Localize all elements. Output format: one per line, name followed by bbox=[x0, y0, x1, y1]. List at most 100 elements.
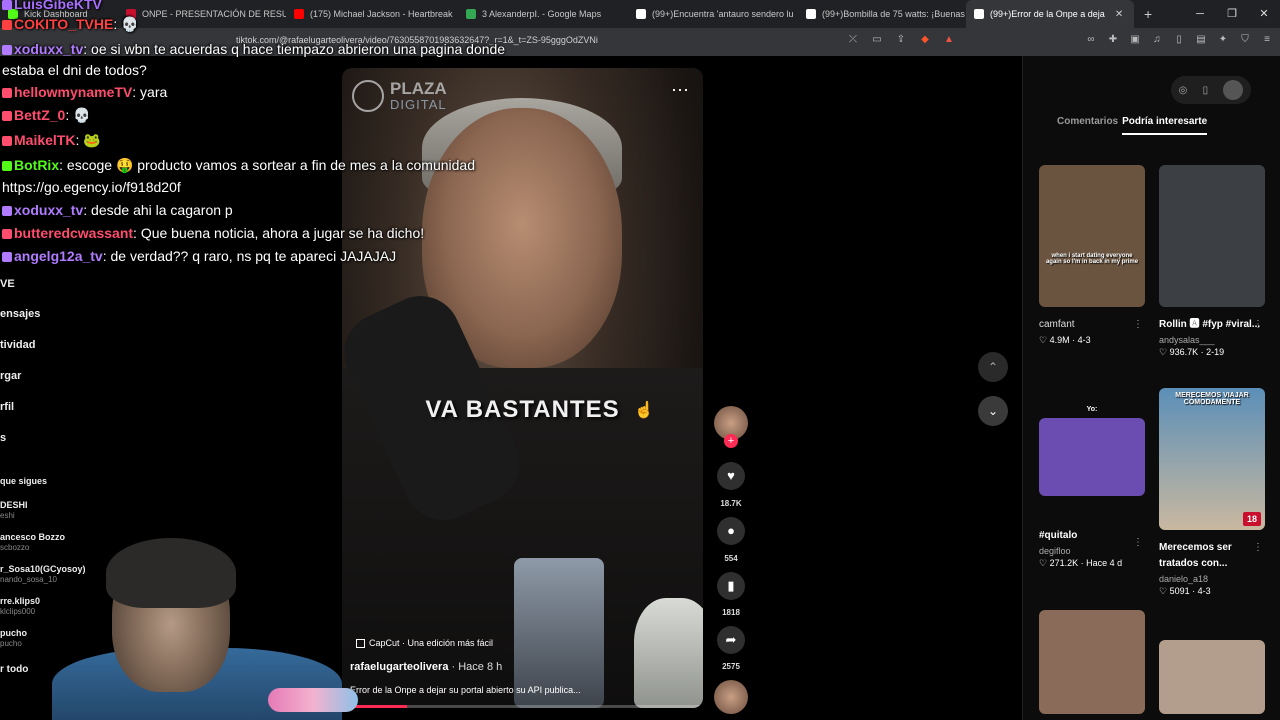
sidebar-item-messages[interactable]: ensajes bbox=[0, 308, 40, 320]
sidebar-item-upload[interactable]: rgar bbox=[0, 370, 21, 382]
close-window-icon[interactable]: ✕ bbox=[1248, 0, 1280, 28]
browser-tab[interactable]: ONPE - PRESENTACIÓN DE RESULTA bbox=[118, 0, 286, 28]
video-thumbnail[interactable] bbox=[1159, 165, 1265, 307]
video-thumbnail[interactable]: MERECEMOS VIAJAR CÓMODAMENTE 18 bbox=[1159, 388, 1265, 530]
user-avatar[interactable] bbox=[1223, 80, 1244, 100]
browser-tab[interactable]: (175) Michael Jackson - Heartbreak bbox=[286, 0, 458, 28]
chat-text: : yara bbox=[132, 84, 168, 100]
browser-tab[interactable]: (99+)Encuentra 'antauro sendero lu bbox=[628, 0, 798, 28]
card-title[interactable]: Merecemos ser tratados con... bbox=[1159, 540, 1265, 572]
video-progress-bar[interactable] bbox=[342, 705, 703, 708]
tab-comments[interactable]: Comentarios bbox=[1057, 116, 1118, 135]
more-options-icon[interactable]: ⋯ bbox=[671, 80, 689, 101]
chat-username: butteredcwassant bbox=[14, 225, 134, 241]
panel-top-controls: ◎ ▯ bbox=[1171, 76, 1251, 104]
compass-icon[interactable]: ◎ bbox=[1179, 85, 1188, 96]
capcut-label: CapCut · Una edición más fácil bbox=[369, 638, 494, 648]
following-account-name[interactable]: DESHI bbox=[0, 500, 28, 510]
following-account-handle: scbozzo bbox=[0, 543, 30, 552]
card-user[interactable]: degifloo bbox=[1039, 546, 1145, 556]
related-video-card[interactable]: Yo: ⋮ #quitalo degifloo ♡ 271.2K · Hace … bbox=[1039, 402, 1145, 569]
card-more-icon[interactable]: ⋮ bbox=[1133, 319, 1143, 330]
close-tab-icon[interactable]: ✕ bbox=[1115, 9, 1123, 20]
card-more-icon[interactable]: ⋮ bbox=[1133, 537, 1143, 548]
sidebar-item-more[interactable]: s bbox=[0, 432, 6, 444]
card-title[interactable]: camfant bbox=[1039, 317, 1145, 333]
tab-icon[interactable]: ▣ bbox=[1128, 34, 1142, 45]
share-arrow-icon[interactable]: ➦ bbox=[717, 626, 745, 654]
follow-plus-icon[interactable]: + bbox=[724, 434, 738, 448]
watermark-line2: DIGITAL bbox=[390, 96, 447, 112]
thumbnail-caption: MERECEMOS VIAJAR CÓMODAMENTE bbox=[1175, 392, 1249, 406]
browser-tab[interactable]: 3 AlexanderpI. - Google Maps bbox=[458, 0, 628, 28]
like-heart-icon[interactable]: ♥ bbox=[717, 462, 745, 490]
puzzle-icon[interactable]: ✚ bbox=[1106, 34, 1120, 45]
video-player[interactable]: PLAZA DIGITAL ⋯ VA BASTANTES CapCut · Un… bbox=[342, 68, 703, 708]
translate-icon[interactable]: ⤫ bbox=[846, 34, 860, 45]
wallet-icon[interactable]: ▤ bbox=[1194, 34, 1208, 45]
music-icon[interactable]: ♫ bbox=[1150, 34, 1164, 45]
tab-related[interactable]: Podría interesarte bbox=[1122, 116, 1208, 135]
sidebar-icon[interactable]: ▯ bbox=[1172, 34, 1186, 45]
video-watermark: PLAZA DIGITAL bbox=[352, 80, 447, 112]
new-tab-button[interactable]: + bbox=[1134, 6, 1162, 22]
share-icon[interactable]: ⇪ bbox=[894, 34, 908, 45]
leo-icon[interactable]: ✦ bbox=[1216, 34, 1230, 45]
sidebar-item-live[interactable]: VE bbox=[0, 278, 15, 290]
chat-message: BettZ_0: 💀 bbox=[2, 107, 91, 124]
related-video-card[interactable]: MERECEMOS VIAJAR CÓMODAMENTE 18 ⋮ Merecem… bbox=[1159, 388, 1265, 597]
address-bar: tiktok.com/@rafaelugarteolivera/video/76… bbox=[0, 28, 1280, 56]
card-user[interactable]: danielo_a18 bbox=[1159, 574, 1265, 584]
url-field[interactable]: tiktok.com/@rafaelugarteolivera/video/76… bbox=[236, 35, 598, 45]
chat-message: xoduxx_tv: desde ahi la cagaron p bbox=[2, 202, 233, 218]
sidebar-item-activity[interactable]: tividad bbox=[0, 339, 35, 351]
related-video-card[interactable]: ⋮ Rollin 🅰 #fyp #viral... andysalas___ ♡… bbox=[1159, 165, 1265, 358]
chat-badge-icon bbox=[2, 206, 12, 217]
phone-icon[interactable]: ▯ bbox=[1203, 85, 1209, 96]
previous-video-chevron-up-icon[interactable]: ⌃ bbox=[978, 352, 1008, 382]
author-name[interactable]: rafaelugarteolivera bbox=[350, 661, 448, 673]
brave-rewards-icon[interactable]: ▲ bbox=[942, 34, 956, 45]
following-account-name[interactable]: rre.klips0 bbox=[0, 596, 40, 606]
card-title[interactable]: Rollin 🅰 #fyp #viral... bbox=[1159, 317, 1265, 333]
browser-tab[interactable]: (99+)Bombilla de 75 watts: ¡Buenas bbox=[798, 0, 966, 28]
bookmark-icon[interactable]: ▮ bbox=[717, 572, 745, 600]
maximize-icon[interactable]: ❐ bbox=[1216, 0, 1248, 28]
sidebar-item-profile[interactable]: rfil bbox=[0, 401, 14, 413]
card-more-icon[interactable]: ⋮ bbox=[1253, 542, 1263, 553]
related-video-card[interactable] bbox=[1039, 610, 1145, 714]
related-video-card[interactable] bbox=[1159, 640, 1265, 714]
card-user[interactable]: andysalas___ bbox=[1159, 335, 1265, 345]
video-author[interactable]: rafaelugarteolivera · Hace 8 h bbox=[350, 661, 502, 673]
video-description[interactable]: Error de la Onpe a dejar su portal abier… bbox=[350, 685, 581, 695]
vpn-icon[interactable]: ⛉ bbox=[1238, 34, 1252, 45]
video-thumbnail[interactable] bbox=[1039, 610, 1145, 714]
screen-icon[interactable]: ▭ bbox=[870, 34, 884, 45]
video-thumbnail[interactable]: Yo: bbox=[1039, 406, 1145, 496]
menu-icon[interactable]: ≡ bbox=[1260, 34, 1274, 45]
minimize-icon[interactable]: ─ bbox=[1184, 0, 1216, 28]
tab-favicon bbox=[294, 9, 304, 19]
tab-favicon bbox=[806, 9, 816, 19]
browser-tab-active[interactable]: (99+)Error de la Onpe a deja ✕ bbox=[966, 0, 1134, 28]
following-account-handle: pucho bbox=[0, 639, 22, 648]
sound-avatar[interactable] bbox=[714, 680, 748, 714]
browser-tab[interactable]: Kick Dashboard bbox=[0, 0, 118, 28]
related-video-card[interactable]: when i start dating everyone again so I'… bbox=[1039, 165, 1145, 346]
next-video-chevron-down-icon[interactable]: ⌄ bbox=[978, 396, 1008, 426]
capcut-tag[interactable]: CapCut · Una edición más fácil bbox=[356, 638, 493, 648]
webcam-hair bbox=[106, 538, 236, 608]
card-more-icon[interactable]: ⋮ bbox=[1253, 319, 1263, 330]
tab-favicon bbox=[8, 9, 18, 19]
card-title[interactable]: #quitalo bbox=[1039, 528, 1145, 544]
see-all-link[interactable]: r todo bbox=[0, 664, 28, 675]
comment-icon[interactable]: ● bbox=[717, 517, 745, 545]
extension-icon[interactable]: ∞ bbox=[1084, 34, 1098, 45]
panel-tabs: Comentarios Podría interesarte bbox=[1057, 116, 1208, 135]
following-account-handle: eshi bbox=[0, 511, 15, 520]
video-thumbnail[interactable]: when i start dating everyone again so I'… bbox=[1039, 165, 1145, 307]
brave-shield-icon[interactable]: ◆ bbox=[918, 34, 932, 45]
post-time: · Hace 8 h bbox=[448, 661, 503, 673]
following-account-name[interactable]: pucho bbox=[0, 628, 27, 638]
video-thumbnail[interactable] bbox=[1159, 640, 1265, 714]
